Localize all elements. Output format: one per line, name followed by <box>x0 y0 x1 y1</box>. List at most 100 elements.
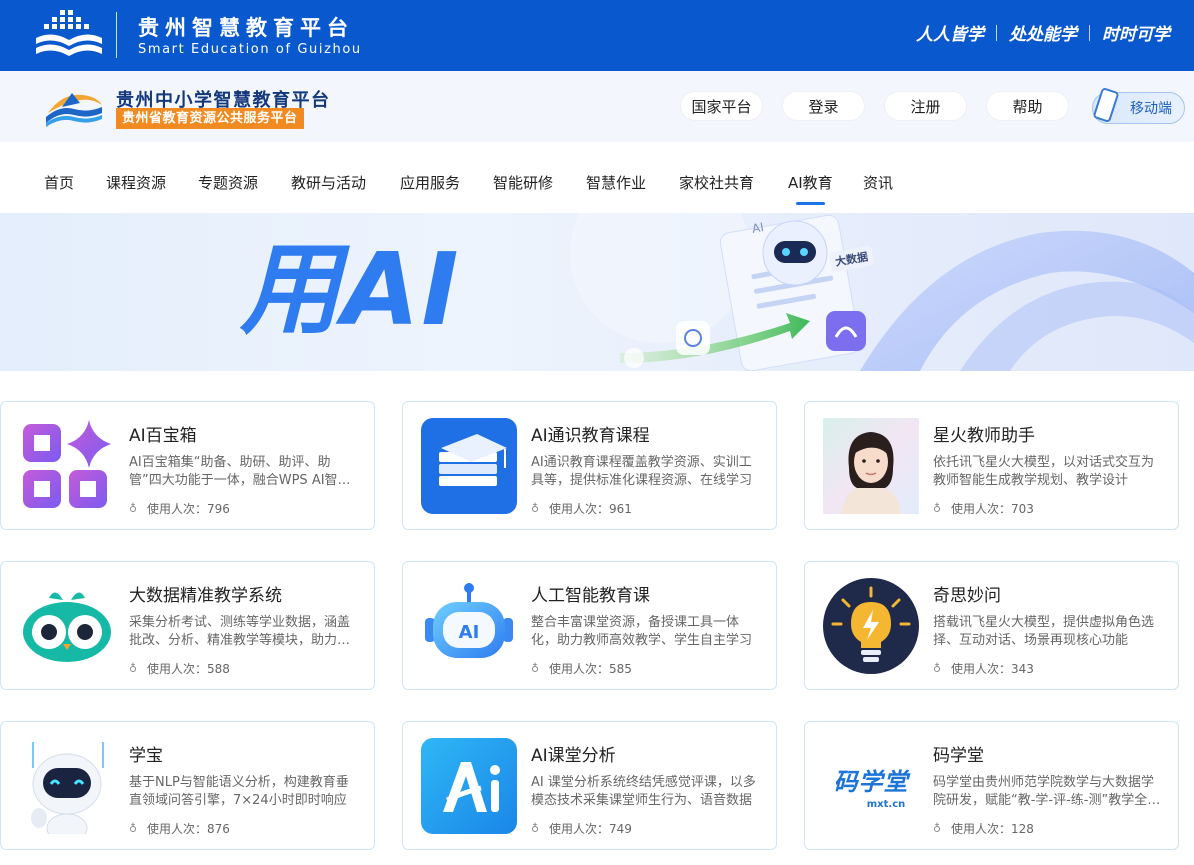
card-usage: ♁ 使用人次： 588 <box>129 660 230 677</box>
ai-robot-icon: AI <box>421 578 517 674</box>
nav-ai-education[interactable]: AI教育 <box>788 172 833 205</box>
usage-count: 703 <box>1011 501 1034 516</box>
usage-label: 使用人次： <box>147 502 208 516</box>
maxuetang-logo-icon: 码学堂 mxt.cn <box>823 738 919 834</box>
nav-course-resources[interactable]: 课程资源 <box>106 172 166 193</box>
card-description: 采集分析考试、测练等学业数据，涵盖批改、分析、精准教学等模块，助力教学 <box>129 615 351 648</box>
usage-label: 使用人次： <box>951 502 1012 516</box>
card-title: 学宝 <box>129 746 163 766</box>
nav-app-services[interactable]: 应用服务 <box>400 172 460 193</box>
platform-subtitle: Smart Education of Guizhou <box>138 42 362 57</box>
slogan-divider <box>996 24 997 41</box>
slogan-3: 时时可学 <box>1102 25 1170 45</box>
nav-topic-resources[interactable]: 专题资源 <box>198 172 258 193</box>
usage-count: 749 <box>609 821 632 836</box>
flame-icon: ♁ <box>933 662 942 675</box>
card-usage: ♁ 使用人次： 703 <box>933 500 1034 517</box>
card-usage: ♁ 使用人次： 876 <box>129 820 230 837</box>
svg-text:AI: AI <box>459 622 480 643</box>
platform-title: 贵州智慧教育平台 <box>138 16 354 40</box>
nav-research-activities[interactable]: 教研与活动 <box>291 172 366 193</box>
help-button[interactable]: 帮助 <box>986 91 1069 121</box>
nav-home-school[interactable]: 家校社共育 <box>679 172 754 193</box>
card-description: AI百宝箱集“助备、助研、助评、助管”四大功能于一体，融合WPS AI智能助手 <box>129 455 351 488</box>
nav-smart-training[interactable]: 智能研修 <box>493 172 553 193</box>
card-description: 依托讯飞星火大模型，以对话式交互为教师智能生成教学规划、教学设计 <box>933 455 1155 488</box>
main-nav: 首页 课程资源 专题资源 教研与活动 应用服务 智能研修 智慧作业 家校社共育 … <box>0 142 1194 213</box>
card-title: 奇思妙问 <box>933 586 1001 606</box>
open-book-logo-icon <box>36 10 102 56</box>
slogans: 人人皆学 处处能学 时时可学 <box>916 20 1170 45</box>
app-card-ai-general-course[interactable]: AI通识教育课程 AI通识教育课程覆盖教学资源、实训工具等，提供标准化课程资源、… <box>402 401 777 530</box>
card-title: 大数据精准教学系统 <box>129 586 282 606</box>
flame-icon: ♁ <box>531 502 540 515</box>
nav-home[interactable]: 首页 <box>44 172 74 193</box>
sub-header: 贵州中小学智慧教育平台 贵州省教育资源公共服务平台 国家平台 登录 注册 帮助 … <box>0 71 1194 142</box>
mobile-button[interactable]: 移动端 <box>1092 87 1185 124</box>
usage-label: 使用人次： <box>549 662 610 676</box>
card-description: AI 课堂分析系统终结凭感觉评课，以多模态技术采集课堂师生行为、语音数据 <box>531 775 756 808</box>
card-usage: ♁ 使用人次： 749 <box>531 820 632 837</box>
card-title: AI课堂分析 <box>531 746 616 766</box>
national-platform-button[interactable]: 国家平台 <box>680 91 763 121</box>
nav-news[interactable]: 资讯 <box>863 172 893 193</box>
flame-icon: ♁ <box>531 662 540 675</box>
usage-count: 876 <box>207 821 230 836</box>
app-card-maxuetang[interactable]: 码学堂 mxt.cn 码学堂 码学堂由贵州师范学院数学与大数据学院研发，赋能“教… <box>804 721 1179 850</box>
flame-icon: ♁ <box>129 662 138 675</box>
nav-smart-homework[interactable]: 智慧作业 <box>586 172 646 193</box>
usage-label: 使用人次： <box>549 822 610 836</box>
usage-count: 343 <box>1011 661 1034 676</box>
usage-label: 使用人次： <box>951 822 1012 836</box>
mobile-label: 移动端 <box>1130 101 1172 117</box>
ai-letters-icon <box>421 738 517 834</box>
slogan-1: 人人皆学 <box>916 25 984 45</box>
slogan-divider <box>1089 24 1090 41</box>
app-card-ai-toolbox[interactable]: AI百宝箱 AI百宝箱集“助备、助研、助评、助管”四大功能于一体，融合WPS A… <box>0 401 375 530</box>
banner-tag-ai: AI <box>750 220 765 236</box>
sub-platform-badge: 贵州省教育资源公共服务平台 <box>116 108 304 129</box>
card-title: 星火教师助手 <box>933 426 1035 446</box>
usage-label: 使用人次： <box>549 502 610 516</box>
books-cap-icon <box>421 418 517 514</box>
grid-sparkle-icon <box>19 418 115 514</box>
card-usage: ♁ 使用人次： 961 <box>531 500 632 517</box>
usage-count: 585 <box>609 661 632 676</box>
card-description: AI通识教育课程覆盖教学资源、实训工具等，提供标准化课程资源、在线学习 <box>531 455 753 488</box>
app-card-spark-teacher[interactable]: 星火教师助手 依托讯飞星火大模型，以对话式交互为教师智能生成教学规划、教学设计 … <box>804 401 1179 530</box>
usage-count: 796 <box>207 501 230 516</box>
phone-icon <box>1092 87 1120 123</box>
logo-divider <box>116 12 117 58</box>
banner-decoration <box>570 213 1194 371</box>
owl-icon <box>19 578 115 674</box>
usage-label: 使用人次： <box>147 822 208 836</box>
usage-count: 961 <box>609 501 632 516</box>
app-card-bigdata-teaching[interactable]: 大数据精准教学系统 采集分析考试、测练等学业数据，涵盖批改、分析、精准教学等模块… <box>0 561 375 690</box>
register-button[interactable]: 注册 <box>884 91 967 121</box>
card-usage: ♁ 使用人次： 796 <box>129 500 230 517</box>
robot-mascot-icon <box>19 738 115 834</box>
usage-count: 128 <box>1011 821 1034 836</box>
usage-label: 使用人次： <box>951 662 1012 676</box>
card-description: 搭载讯飞星火大模型，提供虚拟角色选择、互动对话、场景再现核心功能 <box>933 615 1155 648</box>
banner-headline: 用AI <box>240 231 461 348</box>
flame-icon: ♁ <box>129 502 138 515</box>
app-card-xuebao[interactable]: 学宝 基于NLP与智能语义分析，构建教育垂直领域问答引擎，7×24小时即时响应 … <box>0 721 375 850</box>
card-title: AI通识教育课程 <box>531 426 650 446</box>
flame-icon: ♁ <box>129 822 138 835</box>
card-usage: ♁ 使用人次： 343 <box>933 660 1034 677</box>
card-title: 人工智能教育课 <box>531 586 650 606</box>
ai-banner[interactable]: 用AI AI 大数据 <box>0 213 1194 371</box>
flame-icon: ♁ <box>531 822 540 835</box>
gz-edu-logo-icon <box>46 93 102 127</box>
card-title: AI百宝箱 <box>129 426 197 446</box>
app-card-ai-education-course[interactable]: AI 人工智能教育课 整合丰富课堂资源，备授课工具一体化，助力教师高效教学、学生… <box>402 561 777 690</box>
card-description: 整合丰富课堂资源，备授课工具一体化，助力教师高效教学、学生自主学习 <box>531 615 753 648</box>
teacher-avatar-icon <box>823 418 919 514</box>
maxuetang-logo-text: 码学堂 <box>833 768 909 796</box>
flame-icon: ♁ <box>933 822 942 835</box>
login-button[interactable]: 登录 <box>782 91 865 121</box>
card-usage: ♁ 使用人次： 585 <box>531 660 632 677</box>
app-card-ai-classroom-analysis[interactable]: AI课堂分析 AI 课堂分析系统终结凭感觉评课，以多模态技术采集课堂师生行为、语… <box>402 721 777 850</box>
app-card-qisi-miaowen[interactable]: 奇思妙问 搭载讯飞星火大模型，提供虚拟角色选择、互动对话、场景再现核心功能 ♁ … <box>804 561 1179 690</box>
